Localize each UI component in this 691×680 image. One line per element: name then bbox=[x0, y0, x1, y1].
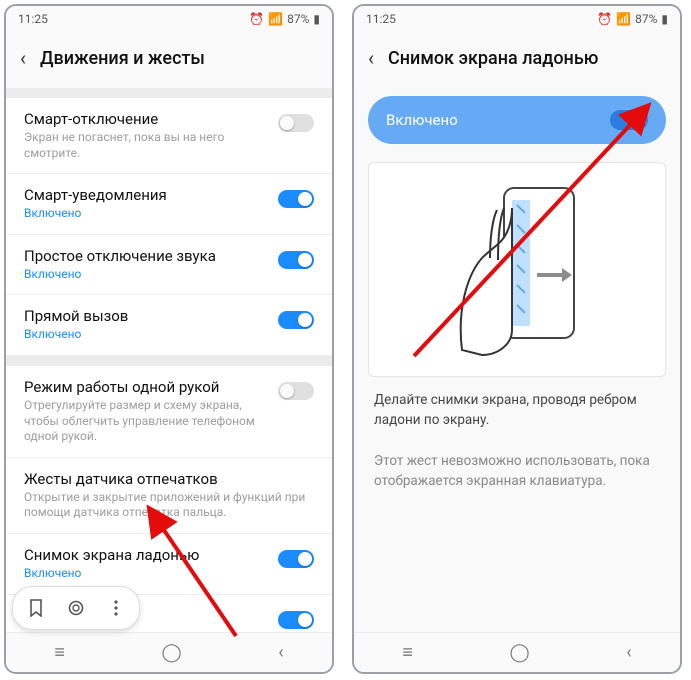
battery-icon: ▮ bbox=[661, 12, 668, 26]
row-smart-stay[interactable]: Смарт-отключение Экран не погаснет, пока… bbox=[6, 98, 332, 174]
settings-list: Смарт-отключение Экран не погаснет, пока… bbox=[6, 98, 332, 632]
toggle[interactable] bbox=[278, 311, 314, 329]
nav-home-icon[interactable]: ◯ bbox=[161, 642, 181, 663]
toggle[interactable] bbox=[278, 382, 314, 400]
description-secondary: Этот жест невозможно использовать, пока … bbox=[354, 448, 680, 495]
wifi-icon: 📶 bbox=[268, 12, 283, 26]
row-sub: Открытие и закрытие приложений и функций… bbox=[24, 490, 314, 521]
row-sub: Включено bbox=[24, 327, 268, 343]
row-fingerprint-gestures[interactable]: Жесты датчика отпечатков Открытие и закр… bbox=[6, 458, 332, 534]
status-right: ⏰ 📶 87% ▮ bbox=[249, 12, 320, 26]
description-primary: Делайте снимки экрана, проводя ребром ла… bbox=[354, 387, 680, 434]
battery-text: 87% bbox=[635, 12, 657, 26]
nav-home-icon[interactable]: ◯ bbox=[509, 642, 529, 663]
toggle[interactable] bbox=[278, 611, 314, 629]
row-sub: Отрегулируйте размер и схему экрана, что… bbox=[24, 398, 268, 445]
row-title: Смарт-уведомления bbox=[24, 186, 268, 204]
row-sub: Включено bbox=[24, 206, 268, 222]
toggle[interactable] bbox=[278, 190, 314, 208]
row-sub: Экран не погаснет, пока вы на него смотр… bbox=[24, 130, 268, 161]
nav-back-icon[interactable]: ‹ bbox=[278, 642, 283, 663]
status-right: ⏰ 📶 87% ▮ bbox=[597, 12, 668, 26]
row-sub: Включено bbox=[24, 267, 268, 283]
nav-recents-icon[interactable]: ≡ bbox=[402, 642, 413, 663]
battery-icon: ▮ bbox=[313, 12, 320, 26]
row-sub: Включено bbox=[24, 566, 268, 582]
row-title: Снимок экрана ладонью bbox=[24, 546, 268, 564]
row-title: Смарт-отключение bbox=[24, 110, 268, 128]
status-time: 11:25 bbox=[366, 12, 396, 26]
row-one-hand[interactable]: Режим работы одной рукой Отрегулируйте р… bbox=[6, 366, 332, 458]
alarm-icon: ⏰ bbox=[597, 12, 612, 26]
nav-bar: ≡ ◯ ‹ bbox=[354, 632, 680, 672]
group-divider bbox=[6, 356, 332, 366]
page-title: Движения и жесты bbox=[40, 48, 205, 69]
nav-back-icon[interactable]: ‹ bbox=[626, 642, 631, 663]
status-time: 11:25 bbox=[18, 12, 48, 26]
row-title: Простое отключение звука bbox=[24, 247, 268, 265]
nav-recents-icon[interactable]: ≡ bbox=[54, 642, 65, 663]
row-direct-call[interactable]: Прямой вызов Включено bbox=[6, 295, 332, 356]
toggle[interactable] bbox=[278, 550, 314, 568]
lens-icon[interactable] bbox=[59, 591, 93, 625]
header: ‹ Движения и жесты bbox=[6, 32, 332, 88]
group-divider bbox=[6, 88, 332, 98]
master-toggle-pill[interactable]: Включено bbox=[368, 96, 666, 144]
phone-left: 11:25 ⏰ 📶 87% ▮ ‹ Движения и жесты Смарт… bbox=[4, 4, 334, 674]
nav-bar: ≡ ◯ ‹ bbox=[6, 632, 332, 672]
back-icon[interactable]: ‹ bbox=[368, 46, 374, 70]
more-icon[interactable] bbox=[99, 591, 133, 625]
master-toggle[interactable] bbox=[610, 110, 648, 130]
browser-toolbar bbox=[12, 586, 140, 630]
status-bar: 11:25 ⏰ 📶 87% ▮ bbox=[354, 6, 680, 32]
toggle[interactable] bbox=[278, 251, 314, 269]
wifi-icon: 📶 bbox=[616, 12, 631, 26]
row-title: Прямой вызов bbox=[24, 307, 268, 325]
row-title: Режим работы одной рукой bbox=[24, 378, 268, 396]
battery-text: 87% bbox=[287, 12, 309, 26]
page-title: Снимок экрана ладонью bbox=[388, 48, 598, 69]
back-icon[interactable]: ‹ bbox=[20, 46, 26, 70]
phone-right: 11:25 ⏰ 📶 87% ▮ ‹ Снимок экрана ладонью … bbox=[352, 4, 682, 674]
toggle[interactable] bbox=[278, 114, 314, 132]
row-smart-alert[interactable]: Смарт-уведомления Включено bbox=[6, 174, 332, 235]
header: ‹ Снимок экрана ладонью bbox=[354, 32, 680, 88]
alarm-icon: ⏰ bbox=[249, 12, 264, 26]
row-title: Жесты датчика отпечатков bbox=[24, 470, 314, 488]
illustration bbox=[368, 162, 666, 377]
row-easy-mute[interactable]: Простое отключение звука Включено bbox=[6, 235, 332, 296]
pill-label: Включено bbox=[386, 111, 458, 129]
bookmark-icon[interactable] bbox=[19, 591, 53, 625]
status-bar: 11:25 ⏰ 📶 87% ▮ bbox=[6, 6, 332, 32]
